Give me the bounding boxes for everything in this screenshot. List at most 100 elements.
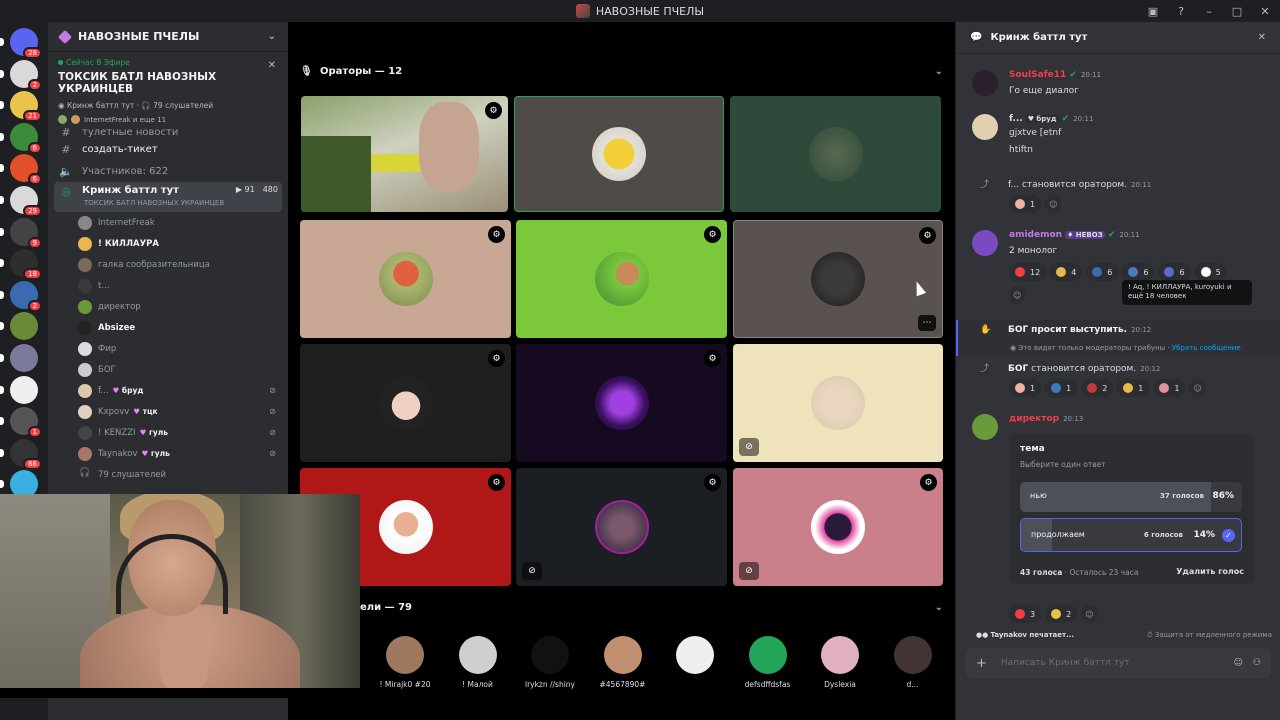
voice-user[interactable]: БОГ: [48, 359, 288, 380]
speaker-tile[interactable]: ⊘: [733, 344, 943, 462]
server-icon[interactable]: 2: [10, 280, 42, 312]
channel-active-stage[interactable]: ◎ Кринж баттл тут ▶ 91 480 ТОКСИК БАТЛ НА…: [54, 182, 282, 212]
server-icon[interactable]: 28: [10, 28, 42, 59]
speaker-tile[interactable]: ⚙: [300, 220, 511, 338]
remove-vote-button[interactable]: Удалить голос: [1176, 567, 1244, 576]
speaker-tile[interactable]: ⚙ ⊘: [516, 468, 727, 586]
inbox-icon[interactable]: ▣: [1146, 5, 1160, 18]
reaction-chip[interactable]: 2: [1081, 379, 1114, 397]
poll-option[interactable]: нью 37 голосов 86%: [1020, 482, 1242, 512]
dismiss-message-link[interactable]: Убрать сообщение: [1172, 344, 1241, 352]
add-reaction-icon[interactable]: ☺: [1081, 605, 1098, 623]
server-icon[interactable]: 1: [10, 407, 42, 439]
maximize-button[interactable]: □: [1230, 5, 1244, 18]
audience-member[interactable]: ! Mirajk0 #20: [370, 636, 440, 689]
channel-partial[interactable]: # тулетные новости: [48, 126, 288, 138]
user-name: БОГ: [98, 364, 116, 375]
reaction-chip[interactable]: 6: [1086, 263, 1119, 281]
voice-user[interactable]: ! КИЛЛАУРА: [48, 233, 288, 254]
reaction-chip[interactable]: 1: [1045, 379, 1078, 397]
reaction-chip[interactable]: 2: [1045, 605, 1078, 623]
server-icon[interactable]: 6: [10, 154, 42, 186]
reaction-chip[interactable]: 4: [1050, 263, 1083, 281]
close-icon[interactable]: ✕: [268, 60, 276, 71]
help-icon[interactable]: ?: [1174, 5, 1188, 18]
audience-member[interactable]: Dyslexia: [805, 636, 875, 689]
avatar: [78, 362, 92, 377]
server-icon[interactable]: 9: [10, 217, 42, 249]
close-button[interactable]: ✕: [1258, 5, 1272, 18]
voice-user[interactable]: Фир: [48, 338, 288, 359]
voice-user[interactable]: InternetFreak: [48, 212, 288, 233]
reaction-chip[interactable]: 3: [1009, 605, 1042, 623]
minimize-button[interactable]: –: [1202, 5, 1216, 18]
server-icon[interactable]: 6: [10, 122, 42, 154]
server-icon[interactable]: [10, 344, 38, 372]
audience-member[interactable]: d...: [878, 636, 948, 689]
muted-mic-icon: ⊘: [739, 562, 759, 580]
voice-user[interactable]: директор: [48, 296, 288, 317]
reactions: 3 2 ☺: [1009, 605, 1098, 623]
speaker-tile[interactable]: ⚙: [516, 344, 727, 462]
add-reaction-icon[interactable]: ☺: [1189, 379, 1206, 397]
voice-user[interactable]: Taynakov ♥ гуль ⊘: [48, 443, 288, 464]
channel-members[interactable]: 🔈 Участников: 622: [48, 160, 288, 182]
emoji-icon[interactable]: ☺: [1234, 658, 1243, 668]
reaction-chip[interactable]: 1: [1117, 379, 1150, 397]
server-icon[interactable]: 2: [10, 59, 42, 91]
server-header[interactable]: НАВОЗНЫЕ ПЧЕЛЫ ⌄: [48, 22, 288, 52]
voice-user[interactable]: t...: [48, 275, 288, 296]
server-icon[interactable]: 29: [10, 186, 42, 217]
apps-icon[interactable]: ⚇: [1253, 658, 1261, 668]
channel-create-ticket[interactable]: # создать-тикет: [48, 138, 288, 160]
chevron-down-icon[interactable]: ⌄: [935, 602, 943, 613]
audience-member[interactable]: ! Малой: [443, 636, 513, 689]
add-reaction-icon[interactable]: ☺: [1009, 286, 1026, 304]
speaker-tile[interactable]: ⚙: [516, 220, 727, 338]
voice-user[interactable]: ! KENZZI ♥ гуль ⊘: [48, 422, 288, 443]
server-icon[interactable]: [10, 375, 38, 404]
voice-user[interactable]: галка сообразительница: [48, 254, 288, 275]
reaction-chip[interactable]: 6: [1158, 263, 1191, 281]
speaker-tile[interactable]: ⚙ ⋯: [733, 220, 943, 338]
reaction-chip[interactable]: 1: [1009, 379, 1042, 397]
message-input[interactable]: + Написать Кринж баттл тут ☺ ⚇: [966, 648, 1271, 678]
live-stage-card[interactable]: Сейчас В Эфире ТОКСИК БАТЛ НАВОЗНЫХ УКРА…: [48, 52, 288, 128]
speaker-tile[interactable]: [730, 96, 941, 212]
server-icon[interactable]: [10, 312, 38, 341]
reaction-chip[interactable]: 1: [1153, 379, 1186, 397]
voice-user[interactable]: Kxpovv ♥ тцк ⊘: [48, 401, 288, 422]
reaction-chip[interactable]: 1: [1009, 195, 1042, 213]
audience-header[interactable]: ели — 79 ⌄: [360, 600, 943, 614]
avatar: [676, 636, 714, 674]
audience-member[interactable]: defsdffdsfas: [733, 636, 803, 689]
add-reaction-icon[interactable]: ☺: [1045, 195, 1062, 213]
speaker-tile[interactable]: ⚙: [300, 344, 511, 462]
emoji-icon: [1092, 267, 1103, 277]
chevron-down-icon[interactable]: ⌄: [935, 66, 943, 77]
voice-user[interactable]: Absizee: [48, 317, 288, 338]
audience-member[interactable]: lrykzn //shiny: [515, 636, 585, 689]
voice-user[interactable]: f... ♥ брyд ⊘: [48, 380, 288, 401]
audience-member[interactable]: #4567890#: [588, 636, 658, 689]
emoji-icon: [1015, 383, 1025, 393]
speaker-tile[interactable]: [514, 96, 724, 212]
reaction-chip[interactable]: 5: [1194, 263, 1227, 281]
plus-icon[interactable]: +: [976, 656, 987, 671]
reaction-chip[interactable]: 12: [1009, 263, 1047, 281]
reaction-chip[interactable]: 6: [1122, 263, 1155, 281]
speaker-tile-video[interactable]: ⚙: [301, 96, 508, 212]
server-icon[interactable]: 66: [10, 438, 42, 470]
chevron-down-icon[interactable]: ⌄: [268, 31, 276, 42]
avatar: [78, 425, 92, 440]
speaker-tile[interactable]: ⚙ ⊘: [733, 468, 943, 586]
more-options-icon[interactable]: ⋯: [918, 315, 936, 331]
audience-member[interactable]: [660, 636, 730, 680]
close-icon[interactable]: ✕: [1258, 32, 1266, 43]
listeners-count[interactable]: 🎧 79 слушателей: [48, 464, 288, 485]
speakers-header[interactable]: 🎙 Ораторы — 12 ⌄: [300, 64, 943, 78]
poll-option-selected[interactable]: продолжаем 6 голосов 14% ✓: [1020, 518, 1242, 552]
server-icon[interactable]: 21: [10, 91, 42, 123]
speaker-icon: 🔈: [59, 164, 73, 178]
server-icon[interactable]: 18: [10, 249, 42, 281]
